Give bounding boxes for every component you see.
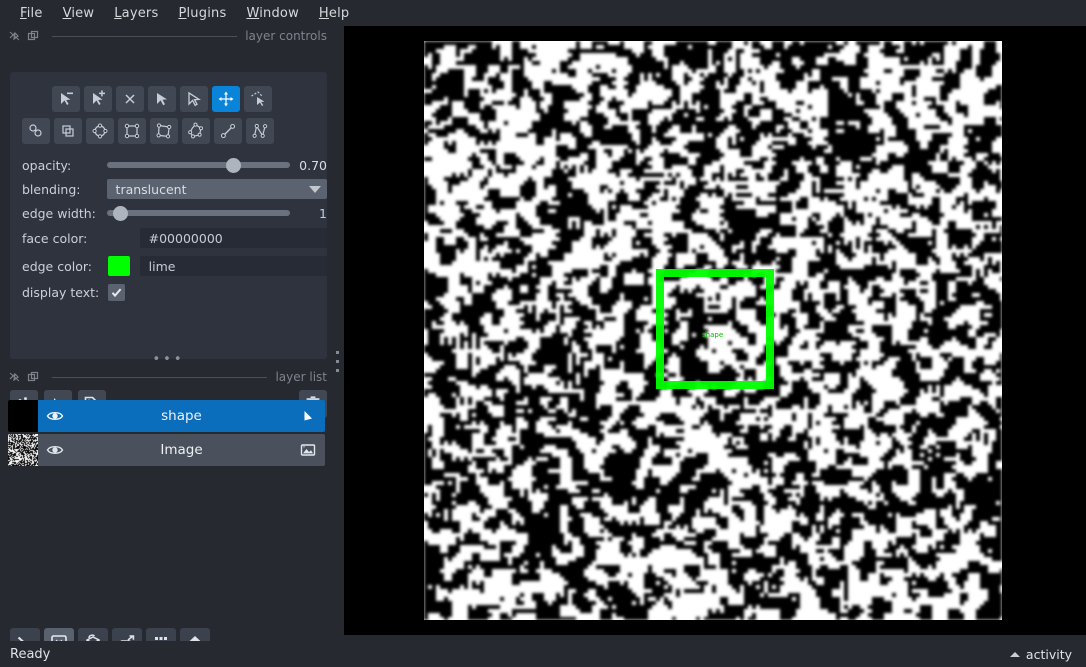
display-text-row: display text: xyxy=(10,281,327,303)
layer-name-shape: shape xyxy=(72,408,291,424)
menu-help-label: elp xyxy=(329,6,349,21)
layer-type-icon-shapes xyxy=(291,407,325,425)
move-back-tool-button[interactable] xyxy=(22,118,50,144)
edge-width-slider-handle[interactable] xyxy=(113,206,128,221)
face-color-swatch[interactable] xyxy=(108,228,130,248)
display-text-checkbox[interactable] xyxy=(108,284,125,301)
chevron-down-icon xyxy=(309,186,321,193)
edge-color-swatch[interactable] xyxy=(108,256,130,276)
menu-file[interactable]: File xyxy=(10,4,53,23)
activity-label: activity xyxy=(1026,647,1072,662)
shape-tools-row-2 xyxy=(20,116,276,146)
menu-window-label: indow xyxy=(259,6,299,21)
menu-view[interactable]: View xyxy=(53,4,105,23)
shape-annotation-text: shape xyxy=(702,331,723,339)
edge-width-slider-groove xyxy=(107,210,290,216)
menu-plugins[interactable]: Plugins xyxy=(168,4,236,23)
float-dock-icon-2[interactable] xyxy=(8,370,22,384)
status-bar: Ready activity xyxy=(0,641,1086,667)
float-dock-icon[interactable] xyxy=(8,29,22,43)
blending-dropdown[interactable]: translucent xyxy=(107,179,327,199)
opacity-value: 0.70 xyxy=(298,158,328,173)
face-color-input[interactable]: #00000000 xyxy=(140,228,327,248)
menu-plugins-label: lugins xyxy=(187,6,227,21)
panel-resize-handle[interactable]: ••• xyxy=(0,356,337,364)
status-message: Ready xyxy=(0,647,50,662)
opacity-slider[interactable] xyxy=(107,155,290,175)
add-rectangle-tool-button[interactable] xyxy=(118,118,146,144)
face-color-label: face color: xyxy=(10,231,108,246)
menu-bar: File View Layers Plugins Window Help xyxy=(0,0,1086,26)
vertex-insert-tool-button[interactable] xyxy=(84,86,112,112)
add-ellipse-tool-button[interactable] xyxy=(86,118,114,144)
delete-shape-tool-button[interactable] xyxy=(116,86,144,112)
shape-rectangle-overlay[interactable] xyxy=(656,269,774,389)
activity-button[interactable]: activity xyxy=(1010,647,1072,662)
layer-controls-panel: opacity: 0.70 blending: translucent edge… xyxy=(10,72,327,359)
menu-window[interactable]: Window xyxy=(236,4,308,23)
undock-icon-2[interactable] xyxy=(26,370,40,384)
visibility-toggle-image[interactable] xyxy=(38,440,72,460)
chevron-up-icon xyxy=(1010,652,1020,657)
image-layer-display: shape xyxy=(424,41,1002,620)
edge-color-input[interactable]: lime xyxy=(140,256,327,276)
layer-controls-header: layer controls xyxy=(0,26,337,46)
move-front-tool-button[interactable] xyxy=(54,118,82,144)
header-divider xyxy=(52,36,237,37)
layer-type-icon-image xyxy=(291,441,325,459)
blending-row: blending: translucent xyxy=(10,178,327,200)
left-dock-panel: layer controls opacity: 0.70 blending: t… xyxy=(0,26,337,641)
edge-color-row: edge color: lime xyxy=(10,255,327,277)
transform-tool-button[interactable] xyxy=(244,86,272,112)
menu-layers-label: ayers xyxy=(122,6,159,21)
menu-layers[interactable]: Layers xyxy=(104,4,168,23)
viewer-canvas[interactable]: shape xyxy=(344,26,1086,635)
opacity-label: opacity: xyxy=(10,158,107,173)
blending-value: translucent xyxy=(116,182,187,197)
edge-color-label: edge color: xyxy=(10,259,108,274)
blending-label: blending: xyxy=(10,182,107,197)
edge-width-label: edge width: xyxy=(10,206,107,221)
undock-icon[interactable] xyxy=(26,29,40,43)
select-shapes-tool-button[interactable] xyxy=(148,86,176,112)
display-text-label: display text: xyxy=(10,285,108,300)
vertex-remove-tool-button[interactable] xyxy=(52,86,80,112)
menu-file-label: ile xyxy=(27,6,43,21)
layer-thumbnail-shape xyxy=(8,400,38,432)
opacity-row: opacity: 0.70 xyxy=(10,154,327,176)
menu-help[interactable]: Help xyxy=(309,4,359,23)
layer-controls-title: layer controls xyxy=(245,29,327,43)
menu-view-label: iew xyxy=(71,6,94,21)
add-path-tool-button[interactable] xyxy=(246,118,274,144)
visibility-toggle-shape[interactable] xyxy=(38,406,72,426)
opacity-slider-groove xyxy=(107,162,290,168)
layer-row-shape[interactable]: shape xyxy=(8,400,325,432)
layer-thumbnail-image xyxy=(8,434,38,466)
opacity-slider-handle[interactable] xyxy=(226,158,241,173)
layer-name-image: Image xyxy=(72,442,291,458)
edge-width-row: edge width: 1 xyxy=(10,202,327,224)
add-polygon-tool-button[interactable] xyxy=(150,118,178,144)
pan-zoom-tool-button[interactable] xyxy=(212,86,240,112)
napari-viewer-window: File View Layers Plugins Window Help lay… xyxy=(0,0,1086,667)
layer-list-title: layer list xyxy=(275,370,327,384)
shape-tools-row-1 xyxy=(50,84,306,114)
edge-width-value: 1 xyxy=(298,206,328,221)
add-line-tool-button[interactable] xyxy=(214,118,242,144)
layer-row-image[interactable]: Image xyxy=(8,434,325,466)
edge-width-slider[interactable] xyxy=(107,203,290,223)
add-polygon-lasso-tool-button[interactable] xyxy=(182,118,210,144)
direct-select-tool-button[interactable] xyxy=(180,86,208,112)
layer-list-header: layer list xyxy=(0,367,337,387)
face-color-row: face color: #00000000 xyxy=(10,227,327,249)
header-divider-2 xyxy=(52,377,267,378)
